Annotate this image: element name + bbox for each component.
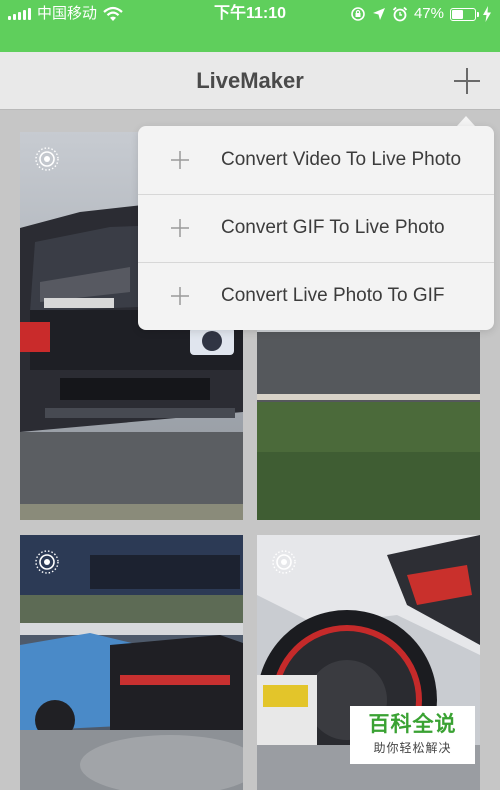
plus-icon (171, 151, 189, 169)
menu-item-label: Convert GIF To Live Photo (221, 217, 445, 238)
menu-item-label: Convert Video To Live Photo (221, 149, 462, 170)
status-right: 47% (350, 0, 492, 28)
status-bar: 中国移动 下午11:10 47% (0, 0, 500, 52)
app-screen: 中国移动 下午11:10 47% LiveMaker Convert Video… (0, 0, 500, 790)
navigation-bar: LiveMaker (0, 52, 500, 110)
battery-percent: 47% (413, 5, 444, 22)
add-menu-popover: Convert Video To Live Photo Convert GIF … (138, 126, 494, 330)
photo-tile[interactable] (20, 535, 243, 790)
status-ghost-banner: ​ (0, 28, 500, 50)
watermark-main-text: 百科全说 (368, 713, 457, 736)
page-title: LiveMaker (196, 68, 304, 93)
add-button[interactable] (452, 66, 482, 96)
live-photo-icon (35, 147, 59, 171)
plus-icon (454, 68, 480, 94)
menu-item-convert-live-photo-to-gif[interactable]: Convert Live Photo To GIF (138, 262, 494, 330)
menu-pointer (457, 116, 475, 126)
battery-fill (452, 9, 464, 19)
location-icon (372, 8, 385, 20)
charging-icon (483, 6, 491, 22)
menu-item-convert-video-to-live-photo[interactable]: Convert Video To Live Photo (138, 126, 494, 194)
battery-icon (450, 7, 479, 21)
plus-icon (171, 287, 189, 305)
watermark-logo: 百科全说 助你轻松解决 (350, 706, 475, 764)
alarm-icon (392, 6, 408, 22)
menu-item-convert-gif-to-live-photo[interactable]: Convert GIF To Live Photo (138, 194, 494, 262)
status-row: 中国移动 下午11:10 47% (0, 0, 500, 28)
live-photo-icon (272, 550, 296, 574)
watermark-sub-text: 助你轻松解决 (373, 741, 452, 755)
plus-icon (171, 219, 189, 237)
live-photo-icon (35, 550, 59, 574)
menu-item-label: Convert Live Photo To GIF (221, 285, 445, 306)
screen-lock-icon (351, 7, 365, 21)
